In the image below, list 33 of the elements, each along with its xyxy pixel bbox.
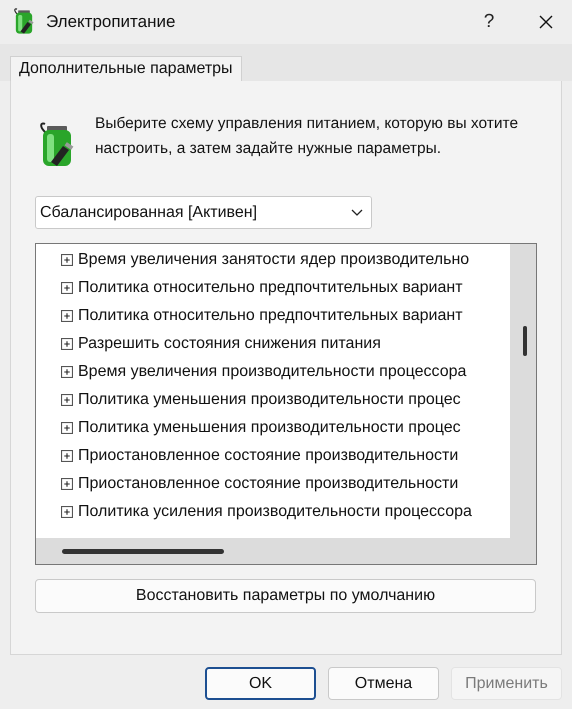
tree-item[interactable]: Разрешить состояния снижения питания — [78, 335, 381, 353]
tree-item[interactable]: Приостановленное состояние производительности — [78, 475, 458, 493]
dialog-button[interactable]: OK — [205, 667, 316, 700]
help-button[interactable]: ? — [464, 0, 514, 44]
expand-icon[interactable] — [61, 254, 73, 266]
restore-defaults-button[interactable]: Восстановить параметры по умолчанию — [35, 579, 536, 613]
instruction-text: Выберите схему управления питанием, которую вы хотите настроить, а затем задайте нужные параметры. — [95, 114, 520, 159]
expand-icon[interactable] — [61, 478, 73, 490]
tree-item[interactable]: Политика усиления производительности процессора — [78, 503, 472, 521]
caret-icon — [351, 208, 363, 216]
tree-item[interactable]: Время увеличения занятости ядер производительно — [78, 251, 470, 269]
battery-plug-icon — [12, 8, 36, 36]
tree-item[interactable]: Время увеличения производительности процессора — [78, 363, 466, 381]
expand-icon[interactable] — [61, 310, 73, 322]
tree-item[interactable]: Политика относительно предпочтительных вариант — [78, 279, 463, 297]
scrollbar-thumb[interactable] — [523, 326, 527, 356]
expand-icon[interactable] — [61, 366, 73, 378]
scrollbar-thumb[interactable] — [62, 548, 224, 554]
expand-icon[interactable] — [61, 422, 73, 434]
close-icon — [539, 15, 553, 29]
tree-item[interactable]: Приостановленное состояние производительности — [78, 447, 458, 465]
expand-icon[interactable] — [61, 282, 73, 294]
tree-item[interactable]: Политика уменьшения производительности процес — [78, 391, 461, 409]
scheme-dropdown[interactable]: Сбалансированная [Активен] — [35, 196, 372, 229]
tree-item[interactable]: Политика уменьшения производительности процес — [78, 419, 461, 437]
expand-icon[interactable] — [61, 338, 73, 350]
tab[interactable]: Дополнительные параметры — [10, 56, 242, 81]
expand-icon[interactable] — [61, 450, 73, 462]
window-title: Электропитание — [46, 12, 176, 32]
tree-item[interactable]: Политика относительно предпочтительных вариант — [78, 307, 463, 325]
dialog-button[interactable]: Отмена — [328, 667, 439, 700]
expand-icon[interactable] — [61, 506, 73, 518]
expand-icon[interactable] — [61, 394, 73, 406]
